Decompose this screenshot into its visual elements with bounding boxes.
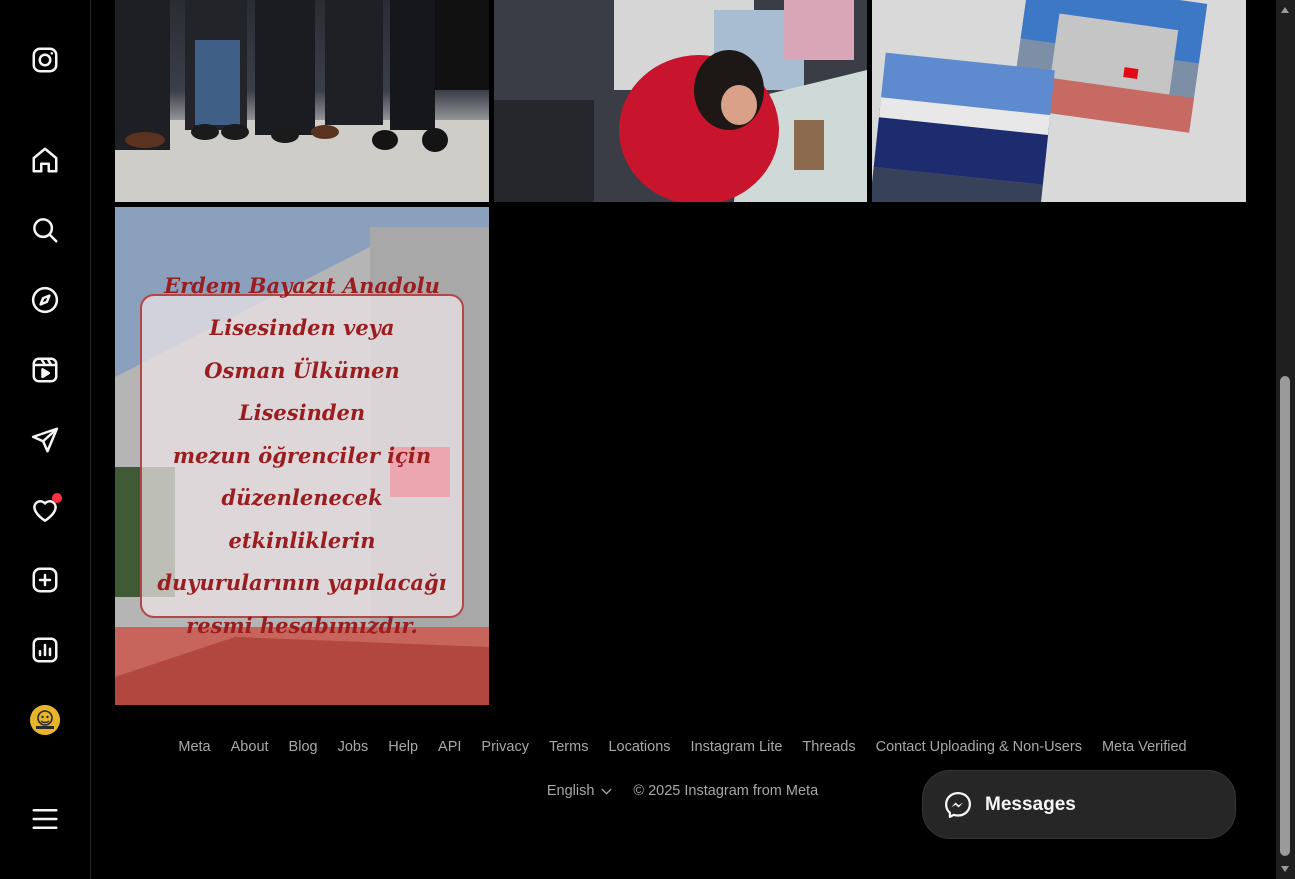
messenger-icon bbox=[945, 791, 971, 818]
sidebar bbox=[0, 0, 91, 879]
footer-link-threads[interactable]: Threads bbox=[802, 739, 855, 755]
menu-icon[interactable] bbox=[28, 802, 62, 836]
post-thumbnail-announcement[interactable]: Erdem Bayazıt Anadolu Lisesinden veya Os… bbox=[115, 207, 489, 705]
footer-link-terms[interactable]: Terms bbox=[549, 739, 588, 755]
home-icon[interactable] bbox=[28, 143, 62, 177]
explore-icon[interactable] bbox=[28, 283, 62, 317]
language-label: English bbox=[546, 783, 595, 799]
messages-label: Messages bbox=[985, 793, 1076, 815]
footer-link-contact-uploading[interactable]: Contact Uploading & Non-Users bbox=[876, 739, 1082, 755]
scroll-thumb[interactable] bbox=[1280, 376, 1290, 856]
footer-link-about[interactable]: About bbox=[231, 739, 269, 755]
footer-link-locations[interactable]: Locations bbox=[608, 739, 670, 755]
notification-dot bbox=[52, 493, 62, 503]
footer-link-meta[interactable]: Meta bbox=[178, 739, 210, 755]
footer-link-jobs[interactable]: Jobs bbox=[338, 739, 369, 755]
footer-link-help[interactable]: Help bbox=[388, 739, 418, 755]
messages-button[interactable]: Messages bbox=[922, 770, 1236, 839]
post-thumbnail-dinner[interactable] bbox=[494, 0, 867, 202]
footer-link-api[interactable]: API bbox=[438, 739, 461, 755]
search-icon[interactable] bbox=[28, 213, 62, 247]
footer-link-instagram-lite[interactable]: Instagram Lite bbox=[691, 739, 783, 755]
heart-icon[interactable] bbox=[28, 493, 62, 527]
post-thumbnail-group-photo[interactable] bbox=[115, 0, 489, 202]
footer-link-privacy[interactable]: Privacy bbox=[481, 739, 529, 755]
profile-avatar[interactable] bbox=[30, 705, 60, 735]
instagram-icon[interactable] bbox=[28, 43, 62, 77]
insights-icon[interactable] bbox=[28, 633, 62, 667]
scrollbar[interactable] bbox=[1276, 0, 1295, 879]
language-selector[interactable]: English bbox=[547, 783, 614, 799]
reels-icon[interactable] bbox=[28, 353, 62, 387]
post-thumbnail-collage[interactable] bbox=[872, 0, 1246, 202]
scroll-up-arrow[interactable] bbox=[1280, 5, 1290, 15]
create-icon[interactable] bbox=[28, 563, 62, 597]
announcement-card: Erdem Bayazıt Anadolu Lisesinden veya Os… bbox=[140, 273, 464, 638]
footer-links: Meta About Blog Jobs Help API Privacy Te… bbox=[115, 739, 1250, 755]
copyright: © 2025 Instagram from Meta bbox=[633, 783, 819, 799]
footer-link-blog[interactable]: Blog bbox=[289, 739, 318, 755]
chevron-down-icon bbox=[601, 788, 612, 795]
messages-icon[interactable] bbox=[28, 423, 62, 457]
announcement-text: Erdem Bayazıt Anadolu Lisesinden veya Os… bbox=[157, 272, 447, 638]
footer-link-meta-verified[interactable]: Meta Verified bbox=[1102, 739, 1187, 755]
scroll-down-arrow[interactable] bbox=[1280, 864, 1290, 874]
